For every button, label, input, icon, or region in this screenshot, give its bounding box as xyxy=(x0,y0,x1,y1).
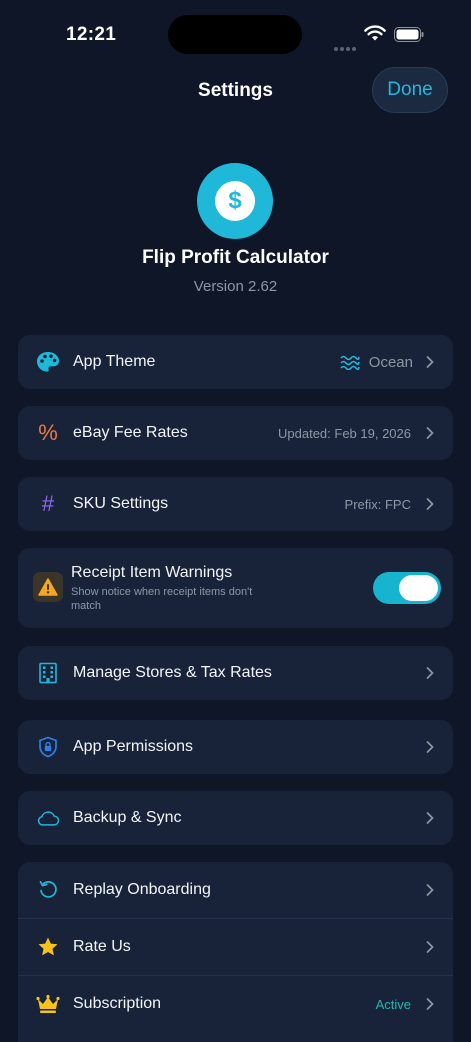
receipt-warnings-toggle[interactable] xyxy=(373,572,441,604)
chevron-right-icon xyxy=(426,427,434,439)
status-time: 12:21 xyxy=(66,24,117,45)
dollar-icon: $ xyxy=(215,181,255,221)
card-ebay-fee-rates: % eBay Fee Rates Updated: Feb 19, 2026 xyxy=(18,406,453,460)
done-button[interactable]: Done xyxy=(372,67,448,113)
card-backup-sync: Backup & Sync xyxy=(18,791,453,845)
crown-icon xyxy=(36,992,60,1016)
cellular-signal-icon xyxy=(334,38,358,56)
replay-icon xyxy=(36,878,60,902)
row-rate-us[interactable]: Rate Us xyxy=(18,919,453,975)
theme-value: Ocean xyxy=(340,354,413,371)
app-logo: $ xyxy=(197,163,273,239)
fee-rates-updated: Updated: Feb 19, 2026 xyxy=(278,425,411,441)
card-sku-settings: # SKU Settings Prefix: FPC xyxy=(18,477,453,531)
waves-icon xyxy=(340,355,360,370)
chevron-right-icon xyxy=(426,667,434,679)
row-label: Replay Onboarding xyxy=(73,881,211,898)
row-label: Backup & Sync xyxy=(73,809,182,826)
row-ebay-fee-rates[interactable]: % eBay Fee Rates Updated: Feb 19, 2026 xyxy=(18,406,453,460)
wifi-icon xyxy=(364,25,386,41)
chevron-right-icon xyxy=(426,884,434,896)
battery-icon xyxy=(394,27,424,42)
chevron-right-icon xyxy=(426,498,434,510)
building-icon xyxy=(36,661,60,685)
row-label: App Permissions xyxy=(73,738,194,755)
chevron-right-icon xyxy=(426,941,434,953)
palette-icon xyxy=(36,350,60,374)
row-app-permissions[interactable]: App Permissions xyxy=(18,720,453,774)
row-sublabel: Show notice when receipt items don't mat… xyxy=(71,586,253,612)
row-label: Rate Us xyxy=(73,938,131,955)
row-label: Manage Stores & Tax Rates xyxy=(73,664,272,681)
row-label: SKU Settings xyxy=(73,495,169,512)
row-label: eBay Fee Rates xyxy=(73,424,188,441)
chevron-right-icon xyxy=(426,741,434,753)
percent-icon: % xyxy=(38,420,58,445)
toggle-knob xyxy=(399,575,438,601)
row-label: Receipt Item Warnings xyxy=(71,564,233,581)
status-bar: 12:21 xyxy=(0,0,471,70)
subscription-status: Active xyxy=(375,996,411,1012)
card-app-theme: App Theme Ocean xyxy=(18,335,453,389)
app-version: Version 2.62 xyxy=(193,278,278,295)
card-app-permissions: App Permissions xyxy=(18,720,453,774)
hash-icon: # xyxy=(41,491,55,516)
warning-icon xyxy=(33,572,63,602)
theme-value-text: Ocean xyxy=(368,353,413,371)
shield-lock-icon xyxy=(36,735,60,759)
app-name: Flip Profit Calculator xyxy=(142,247,329,268)
chevron-right-icon xyxy=(426,998,434,1010)
chevron-right-icon xyxy=(426,356,434,368)
row-sku-settings[interactable]: # SKU Settings Prefix: FPC xyxy=(18,477,453,531)
row-label: App Theme xyxy=(73,353,156,370)
row-replay-onboarding[interactable]: Replay Onboarding xyxy=(18,862,453,918)
card-manage-stores: Manage Stores & Tax Rates xyxy=(18,646,453,700)
star-icon xyxy=(36,935,60,959)
sku-prefix: Prefix: FPC xyxy=(344,496,411,512)
cloud-icon xyxy=(36,806,60,830)
row-backup-sync[interactable]: Backup & Sync xyxy=(18,791,453,845)
chevron-right-icon xyxy=(426,812,434,824)
row-label: Subscription xyxy=(73,995,162,1012)
card-more: Replay Onboarding Rate Us Subscription A… xyxy=(18,862,453,1042)
dynamic-island xyxy=(168,15,302,54)
row-app-theme[interactable]: App Theme Ocean xyxy=(18,335,453,389)
row-manage-stores[interactable]: Manage Stores & Tax Rates xyxy=(18,646,453,700)
card-receipt-warnings: Receipt Item Warnings Show notice when r… xyxy=(18,548,453,628)
